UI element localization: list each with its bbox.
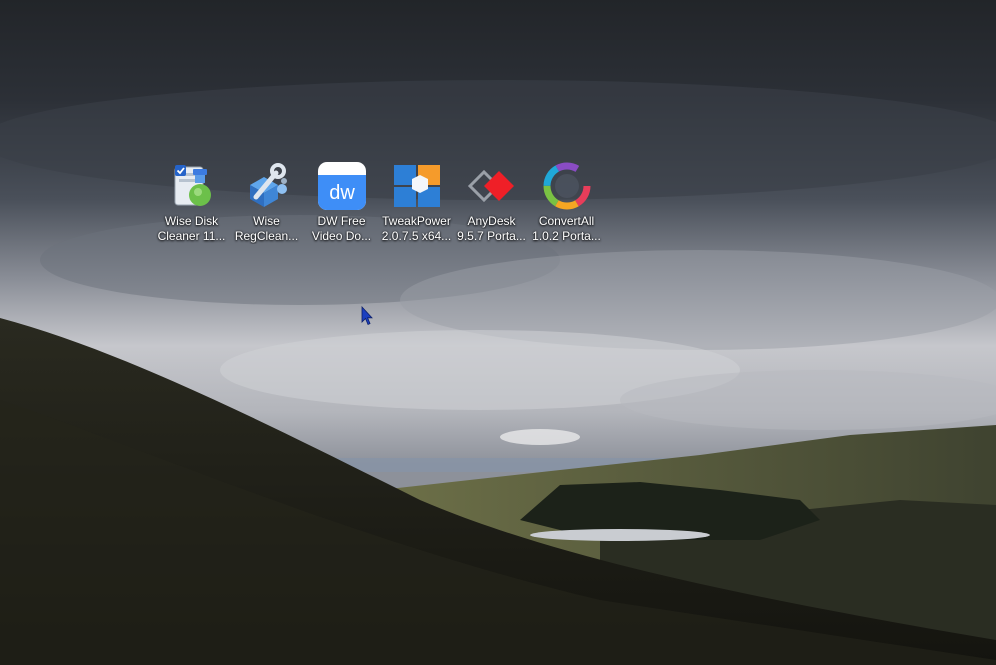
shortcut-label: ConvertAll 1.0.2 Porta...: [532, 214, 601, 243]
desktop-shortcut-anydesk[interactable]: AnyDesk 9.5.7 Porta...: [454, 160, 529, 246]
dw-glyph-text: dw: [329, 182, 355, 204]
desktop-shortcut-wise-disk-cleaner[interactable]: Wise Disk Cleaner 11...: [154, 160, 229, 246]
dw-free-video-downloader-icon: dw: [316, 160, 368, 212]
desktop-wallpaper: [0, 0, 996, 665]
desktop-shortcut-convertall[interactable]: ConvertAll 1.0.2 Porta...: [529, 160, 604, 246]
shortcut-label: DW Free Video Do...: [311, 214, 372, 243]
desktop-shortcut-wise-regcleaner[interactable]: Wise RegClean...: [229, 160, 304, 246]
desktop[interactable]: Wise Disk Cleaner 11... Wise RegClean...…: [0, 0, 996, 665]
tweakpower-icon: [391, 160, 443, 212]
wise-disk-cleaner-icon: [166, 160, 218, 212]
desktop-shortcut-tweakpower[interactable]: TweakPower 2.0.7.5 x64...: [379, 160, 454, 246]
wise-regcleaner-icon: [241, 160, 293, 212]
desktop-icon-grid: Wise Disk Cleaner 11... Wise RegClean...…: [154, 160, 604, 246]
convertall-icon: [541, 160, 593, 212]
shortcut-label: TweakPower 2.0.7.5 x64...: [381, 214, 452, 243]
shortcut-label: Wise Disk Cleaner 11...: [157, 214, 226, 243]
anydesk-icon: [466, 160, 518, 212]
mouse-cursor-icon: [361, 306, 373, 326]
desktop-shortcut-dw-free-video-downloader[interactable]: dw DW Free Video Do...: [304, 160, 379, 246]
shortcut-label: AnyDesk 9.5.7 Porta...: [457, 214, 526, 243]
shortcut-label: Wise RegClean...: [234, 214, 299, 243]
